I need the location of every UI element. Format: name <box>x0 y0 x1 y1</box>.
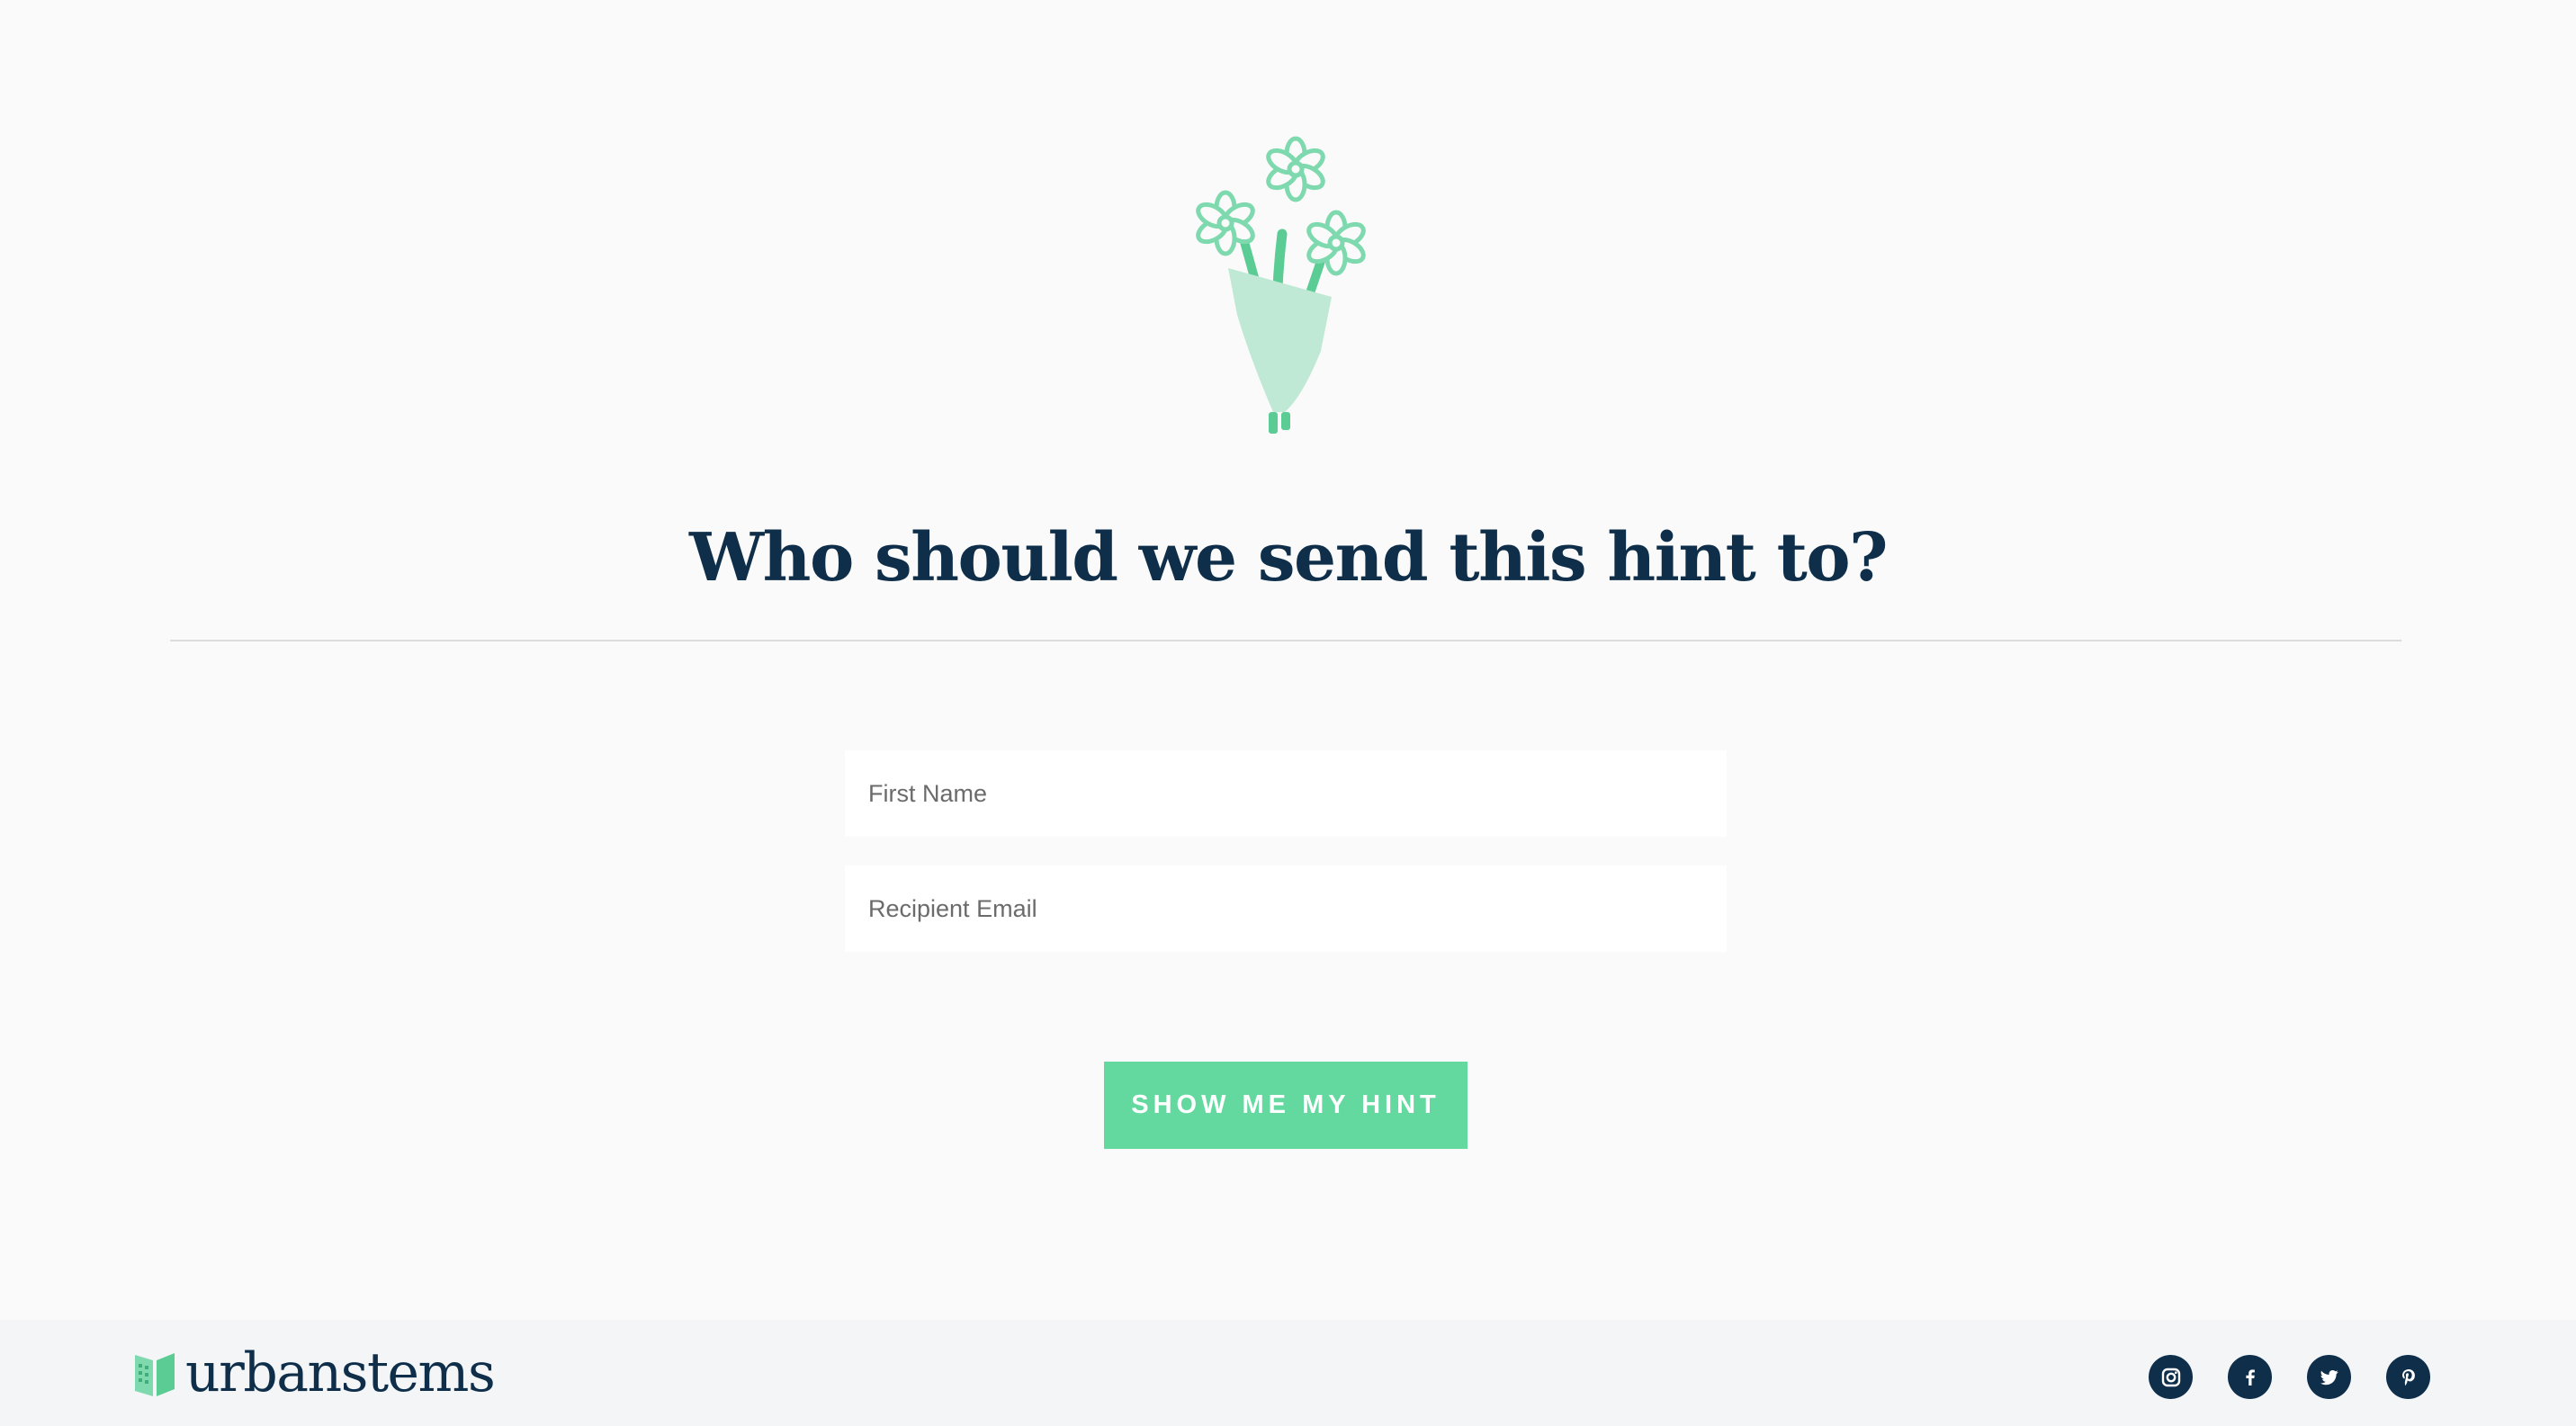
first-name-input[interactable] <box>845 750 1727 837</box>
footer: urbanstems <box>0 1320 2576 1426</box>
flower-bouquet-illustration <box>1188 126 1386 450</box>
brand-name: urbanstems <box>185 1341 496 1404</box>
page-title: Who should we send this hint to? <box>689 519 1888 596</box>
pinterest-icon[interactable] <box>2386 1355 2430 1399</box>
twitter-icon[interactable] <box>2307 1355 2351 1399</box>
building-logo-icon <box>133 1348 176 1398</box>
facebook-icon[interactable] <box>2228 1355 2272 1399</box>
instagram-icon[interactable] <box>2149 1355 2193 1399</box>
divider <box>170 640 2401 641</box>
recipient-email-input[interactable] <box>845 865 1727 952</box>
show-me-my-hint-button[interactable]: SHOW ME MY HINT <box>1104 1062 1468 1149</box>
brand-logo[interactable]: urbanstems <box>133 1341 496 1404</box>
hint-page: Who should we send this hint to? SHOW ME… <box>0 0 2576 1426</box>
